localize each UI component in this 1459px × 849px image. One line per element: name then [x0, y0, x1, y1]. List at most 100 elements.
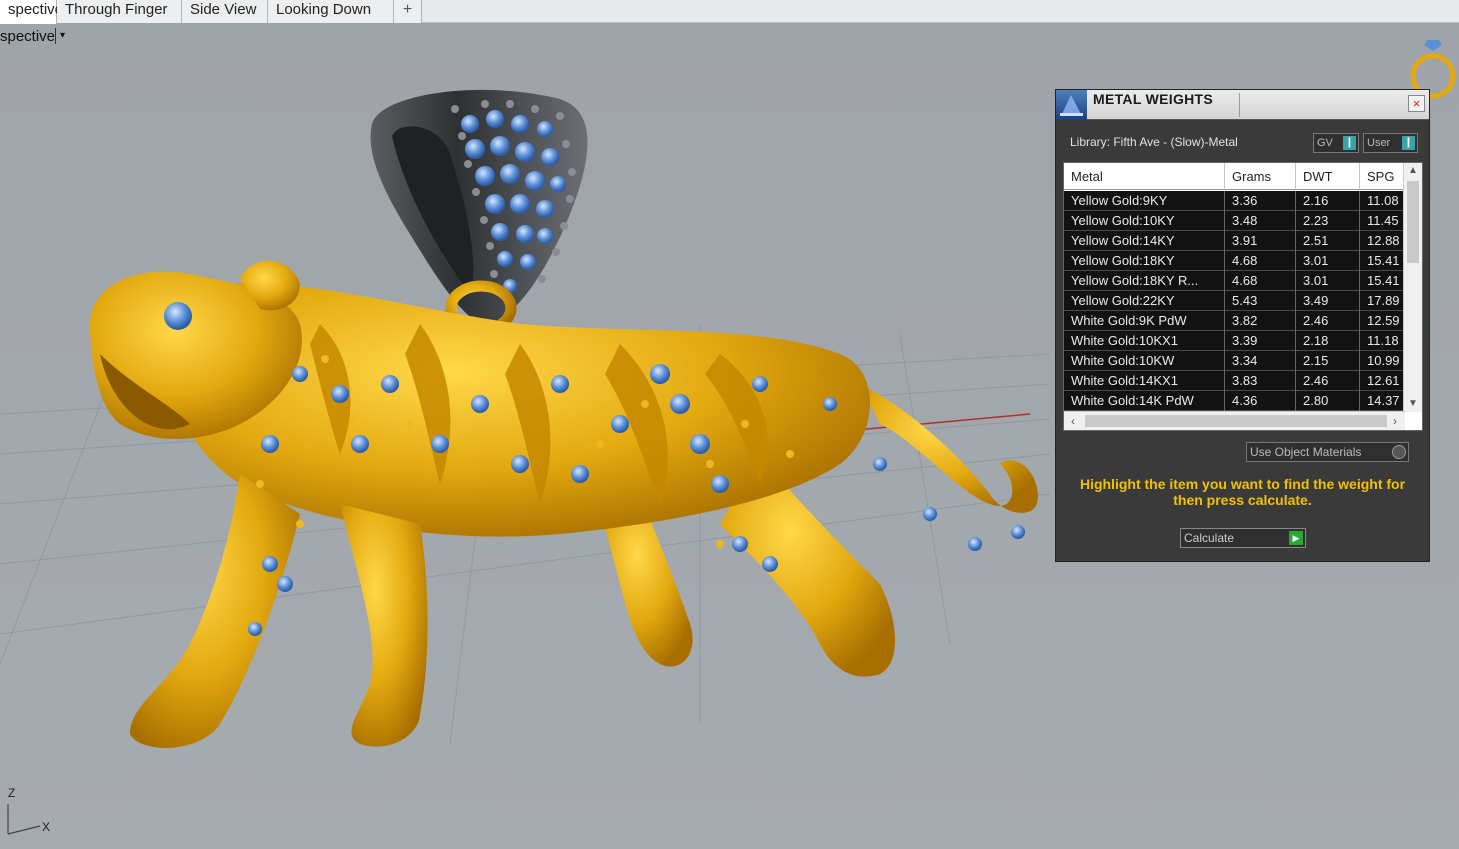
cell-dwt: 3.01 [1296, 271, 1360, 291]
tiger-eye-gem [164, 302, 192, 330]
close-button[interactable]: × [1408, 95, 1425, 112]
cell-spg: 17.89 [1367, 293, 1400, 308]
table-row[interactable]: White Gold:10KW 3.34 2.15 10.99 [1064, 351, 1404, 371]
cell-metal: White Gold:9K PdW [1064, 311, 1225, 331]
cell-spg: 12.88 [1367, 233, 1400, 248]
tab-side-view[interactable]: Side View [182, 0, 268, 23]
cell-metal: White Gold:10KX1 [1064, 331, 1225, 351]
tab-label: Looking Down [276, 1, 372, 18]
metal-weights-table[interactable]: Metal Grams DWT SPG Yellow Gold:9KY 3.36 2… [1063, 162, 1423, 431]
cell-dwt: 3.01 [1296, 251, 1360, 271]
table-row[interactable]: Yellow Gold:9KY 3.36 2.16 11.08 [1064, 191, 1404, 211]
table-row[interactable]: Yellow Gold:14KY 3.91 2.51 12.88 [1064, 231, 1404, 251]
cell-metal: Yellow Gold:22KY [1064, 291, 1225, 311]
table-row[interactable]: White Gold:9K PdW 3.82 2.46 12.59 [1064, 311, 1404, 331]
cell-metal: Yellow Gold:9KY [1064, 191, 1225, 211]
cell-metal: Yellow Gold:18KY [1064, 251, 1225, 271]
cell-grams: 4.36 [1225, 391, 1296, 411]
cell-metal: Yellow Gold:14KY [1064, 231, 1225, 251]
cell-dwt: 2.15 [1296, 351, 1360, 371]
horizontal-scrollbar[interactable]: ‹ › [1064, 411, 1405, 430]
tiger-body [90, 260, 1039, 748]
cell-dwt: 2.23 [1296, 211, 1360, 231]
calculate-label: Calculate [1184, 531, 1235, 545]
cell-spg: 11.18 [1367, 333, 1399, 348]
calculate-button[interactable]: Calculate ▶ [1180, 528, 1306, 548]
cell-grams: 3.34 [1225, 351, 1296, 371]
vertical-scrollbar[interactable]: ▲ ▼ [1403, 163, 1422, 412]
table-row[interactable]: Yellow Gold:10KY 3.48 2.23 11.45 [1064, 211, 1404, 231]
tab-label: Side View [190, 1, 257, 18]
cell-grams: 3.91 [1225, 231, 1296, 251]
toggle-knob-icon: ❙ [1343, 136, 1356, 150]
gv-toggle[interactable]: GV ❙ [1313, 133, 1359, 153]
scroll-down-icon[interactable]: ▼ [1404, 396, 1422, 412]
cell-grams: 5.43 [1225, 291, 1296, 311]
table-row[interactable]: White Gold:14K PdW 4.36 2.80 14.37 [1064, 391, 1404, 411]
cell-grams: 3.36 [1225, 191, 1296, 211]
table-row[interactable]: Yellow Gold:22KY 5.43 3.49 17.89 [1064, 291, 1404, 311]
cell-spg: 14.37 [1367, 393, 1400, 408]
panel-title: METAL WEIGHTS [1093, 91, 1214, 107]
scrollbar-thumb[interactable] [1407, 181, 1419, 263]
cell-grams: 3.48 [1225, 211, 1296, 231]
library-label: Library: Fifth Ave - (Slow)-Metal [1070, 135, 1238, 149]
column-header-grams[interactable]: Grams [1225, 163, 1296, 190]
cell-spg: 12.59 [1367, 313, 1400, 328]
tab-label: spective [8, 1, 64, 18]
toggle-knob-icon: ❙ [1402, 136, 1415, 150]
cell-grams: 3.83 [1225, 371, 1296, 391]
scrollbar-thumb[interactable] [1085, 415, 1387, 427]
scroll-up-icon[interactable]: ▲ [1404, 163, 1422, 179]
plus-icon: + [402, 1, 413, 18]
cell-grams: 3.39 [1225, 331, 1296, 351]
table-body: Yellow Gold:9KY 3.36 2.16 11.08 Yellow Gold… [1064, 191, 1404, 411]
close-icon: × [1412, 96, 1421, 111]
column-header-dwt[interactable]: DWT [1296, 163, 1360, 190]
table-header: Metal Grams DWT SPG [1064, 163, 1404, 190]
cell-metal: Yellow Gold:10KY [1064, 211, 1225, 231]
play-icon: ▶ [1289, 531, 1303, 545]
cell-spg: 10.99 [1367, 353, 1400, 368]
cell-grams: 4.68 [1225, 271, 1296, 291]
use-object-materials-option[interactable]: Use Object Materials [1246, 442, 1409, 462]
instruction-text: Highlight the item you want to find the … [1079, 476, 1406, 508]
scroll-left-icon[interactable]: ‹ [1064, 412, 1082, 430]
tab-through-finger[interactable]: Through Finger [57, 0, 182, 23]
add-tab-button[interactable]: + [394, 0, 422, 23]
cell-dwt: 2.51 [1296, 231, 1360, 251]
metal-weights-panel: METAL WEIGHTS × Library: Fifth Ave - (Sl… [1055, 89, 1430, 562]
column-header-metal[interactable]: Metal [1064, 163, 1225, 190]
metal-weights-logo-icon [1056, 90, 1087, 120]
cell-grams: 4.68 [1225, 251, 1296, 271]
cell-spg: 15.41 [1367, 273, 1400, 288]
cell-spg: 11.45 [1367, 213, 1399, 228]
table-row[interactable]: Yellow Gold:18KY 4.68 3.01 15.41 [1064, 251, 1404, 271]
cell-dwt: 2.80 [1296, 391, 1360, 411]
tab-label: Through Finger [65, 1, 168, 18]
cell-dwt: 2.18 [1296, 331, 1360, 351]
cell-metal: White Gold:10KW [1064, 351, 1225, 371]
gv-toggle-label: GV [1317, 137, 1333, 149]
axis-z-label: Z [8, 786, 16, 800]
header-divider [1239, 93, 1240, 117]
cell-dwt: 2.46 [1296, 371, 1360, 391]
cell-grams: 3.82 [1225, 311, 1296, 331]
cell-dwt: 3.49 [1296, 291, 1360, 311]
column-header-spg[interactable]: SPG [1360, 163, 1404, 190]
cell-spg: 12.61 [1367, 373, 1400, 388]
user-toggle[interactable]: User ❙ [1363, 133, 1418, 153]
table-row[interactable]: White Gold:14KX1 3.83 2.46 12.61 [1064, 371, 1404, 391]
tab-perspective[interactable]: spective [0, 0, 63, 24]
cell-metal: White Gold:14KX1 [1064, 371, 1225, 391]
panel-header: METAL WEIGHTS × [1056, 90, 1429, 120]
cell-metal: White Gold:14K PdW [1064, 391, 1225, 411]
tab-looking-down[interactable]: Looking Down [268, 0, 394, 23]
radio-icon[interactable] [1392, 445, 1406, 459]
table-row[interactable]: White Gold:10KX1 3.39 2.18 11.18 [1064, 331, 1404, 351]
scroll-right-icon[interactable]: › [1386, 412, 1404, 430]
table-row[interactable]: Yellow Gold:18KY R... 4.68 3.01 15.41 [1064, 271, 1404, 291]
cell-spg: 15.41 [1367, 253, 1400, 268]
cell-dwt: 2.16 [1296, 191, 1360, 211]
user-toggle-label: User [1367, 137, 1391, 149]
